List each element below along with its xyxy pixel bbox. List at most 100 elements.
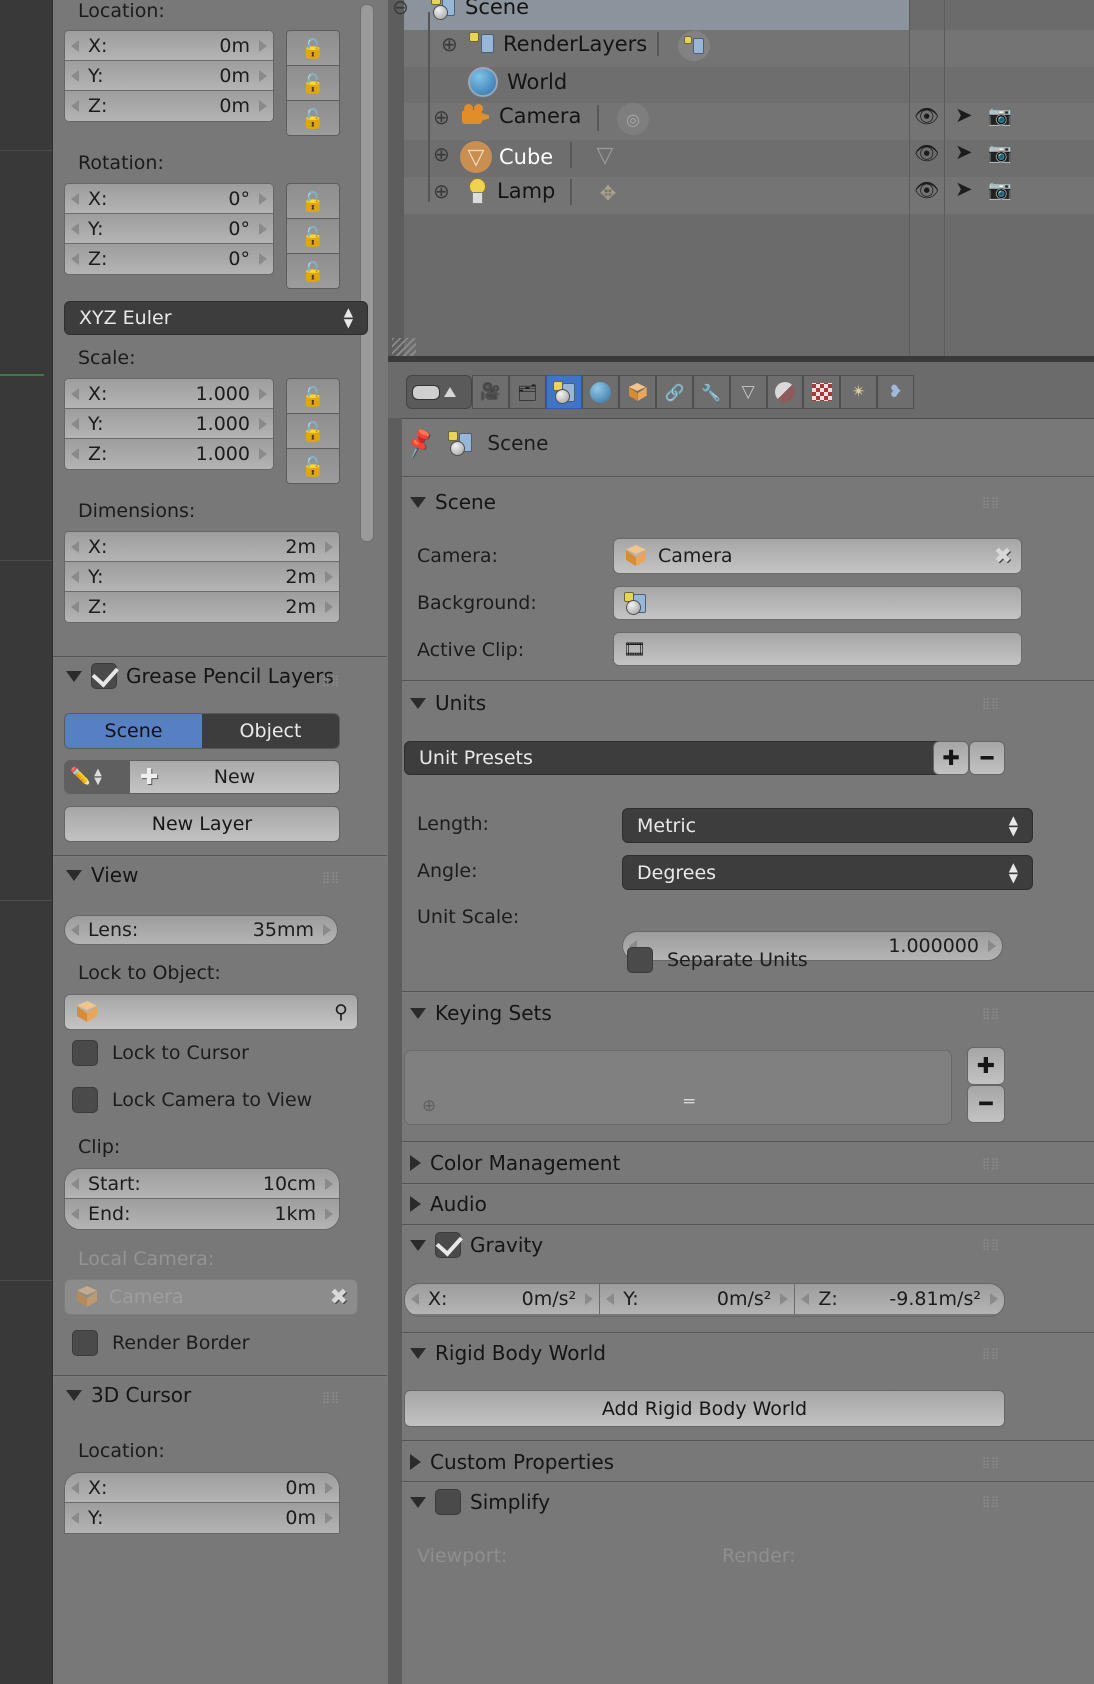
outliner-item-camera[interactable]: Camera [462, 104, 581, 128]
lock-location-x-button[interactable]: 🔓 [287, 31, 339, 66]
outliner-item-world[interactable]: World [468, 67, 567, 97]
view-panel-header[interactable]: View [66, 863, 138, 887]
eyedropper-icon[interactable]: ⚲ [334, 1001, 348, 1023]
clear-local-camera-button[interactable]: ✖ [330, 1285, 348, 1310]
lock-scale-z-button[interactable]: 🔓 [287, 449, 339, 483]
background-scene-field[interactable] [613, 586, 1022, 620]
restrict-select-camera[interactable]: ➤ [955, 103, 973, 127]
gravity-z-field[interactable]: Z: -9.81m/s² [795, 1284, 1004, 1314]
lock-scale-x-button[interactable]: 🔓 [287, 379, 339, 414]
panel-drag-grip[interactable]: ⣿⣿ [982, 1158, 1000, 1169]
tab-material[interactable] [766, 375, 804, 409]
lock-location-y-button[interactable]: 🔓 [287, 66, 339, 101]
tab-render-layers[interactable]: 🗂 [508, 375, 546, 409]
outliner-data-icon-camera[interactable]: ◎ [617, 103, 649, 135]
add-rigid-body-world-button[interactable]: Add Rigid Body World [404, 1390, 1005, 1427]
lock-rotation-x-button[interactable]: 🔓 [287, 184, 339, 219]
tab-world[interactable] [582, 375, 620, 409]
panel-drag-grip[interactable]: ⣿⣿ [322, 872, 340, 883]
lock-scale-y-button[interactable]: 🔓 [287, 414, 339, 449]
editor-corner-grip[interactable] [392, 338, 416, 356]
panel-drag-grip[interactable]: ⣿⣿ [982, 698, 1000, 709]
rotation-mode-dropdown[interactable]: XYZ Euler ▲ ▼ [64, 301, 368, 335]
active-clip-field[interactable]: 🎞 [613, 632, 1022, 666]
grease-pencil-tab-scene[interactable]: Scene [65, 714, 202, 748]
location-lock-buttons[interactable]: 🔓 🔓 🔓 [286, 30, 340, 136]
grease-pencil-checkbox[interactable] [91, 663, 117, 689]
rotation-x-field[interactable]: X: 0° [65, 184, 273, 214]
panel-drag-grip[interactable]: ⣿⣿ [982, 1457, 1000, 1468]
restrict-render-lamp[interactable]: 📷 [988, 178, 1012, 201]
custom-properties-panel-header[interactable]: Custom Properties [410, 1450, 614, 1474]
grease-pencil-tab-object[interactable]: Object [202, 714, 339, 748]
outliner-item-scene[interactable]: Scene [430, 0, 529, 20]
restrict-view-lamp[interactable]: 👁 [914, 178, 939, 202]
properties-tab-bar[interactable]: 🎥 🗂 🔗 🔧 ▽ ✴ ❥ [472, 375, 914, 409]
outliner-expander-renderlayers[interactable]: ⊕ [441, 32, 458, 56]
units-panel-header[interactable]: Units [410, 691, 486, 715]
add-unit-preset-button[interactable]: ✚ [933, 741, 969, 775]
lock-location-z-button[interactable]: 🔓 [287, 101, 339, 135]
clear-scene-camera-button[interactable]: ✖ [994, 544, 1012, 569]
gravity-x-field[interactable]: X: 0m/s² [405, 1284, 601, 1314]
lock-camera-to-view-row[interactable]: Lock Camera to View [72, 1087, 312, 1113]
location-y-field[interactable]: Y: 0m [65, 61, 273, 91]
restrict-view-camera[interactable]: 👁 [914, 104, 939, 128]
panel-drag-grip[interactable]: ⣿⣿ [982, 1008, 1000, 1019]
cursor3d-x-field[interactable]: X: 0m [65, 1473, 339, 1503]
lens-field[interactable]: Lens: 35mm [64, 915, 338, 945]
dimensions-x-field[interactable]: X: 2m [65, 532, 339, 562]
lock-rotation-z-button[interactable]: 🔓 [287, 254, 339, 288]
rotation-y-field[interactable]: Y: 0° [65, 214, 273, 244]
scale-lock-buttons[interactable]: 🔓 🔓 🔓 [286, 378, 340, 484]
tab-render[interactable]: 🎥 [472, 375, 509, 409]
tab-object[interactable] [619, 375, 657, 409]
gravity-y-field[interactable]: Y: 0m/s² [600, 1284, 796, 1314]
dimensions-z-field[interactable]: Z: 2m [65, 592, 339, 622]
keying-sets-panel-header[interactable]: Keying Sets [410, 1001, 552, 1025]
angle-dropdown[interactable]: Degrees ▲ ▼ [622, 855, 1033, 890]
grease-pencil-panel-header[interactable]: Grease Pencil Layers [66, 663, 334, 689]
outliner-item-lamp[interactable]: Lamp [466, 178, 555, 204]
lock-rotation-y-button[interactable]: 🔓 [287, 219, 339, 254]
remove-unit-preset-button[interactable]: ━ [969, 741, 1005, 775]
outliner-expander-camera[interactable]: ⊕ [433, 105, 450, 129]
lock-to-cursor-checkbox[interactable] [72, 1040, 98, 1066]
outliner-data-icon-lamp[interactable]: ✥ [592, 177, 624, 209]
cursor3d-panel-header[interactable]: 3D Cursor [66, 1383, 191, 1407]
scene-panel-header[interactable]: Scene [410, 490, 496, 514]
tab-particles[interactable]: ✴ [840, 375, 878, 409]
lock-to-object-field[interactable]: ⚲ [64, 994, 358, 1030]
panel-drag-grip[interactable]: ⣿⣿ [322, 675, 340, 686]
restrict-render-cube[interactable]: 📷 [988, 141, 1012, 164]
clip-fields[interactable]: Start: 10cm End: 1km [64, 1168, 340, 1230]
lock-to-cursor-row[interactable]: Lock to Cursor [72, 1040, 249, 1066]
editor-type-selector[interactable] [406, 375, 472, 409]
grease-pencil-new-row[interactable]: ✏️ ▲ ▼ ✚ New [64, 760, 340, 794]
outliner-item-renderlayers[interactable]: RenderLayers [468, 31, 647, 57]
outliner-expander-scene[interactable]: ⊖ [392, 0, 409, 19]
gravity-panel-header[interactable]: Gravity [410, 1232, 543, 1258]
restrict-select-lamp[interactable]: ➤ [955, 177, 973, 201]
keying-sets-list[interactable] [404, 1050, 952, 1125]
outliner-expander-cube[interactable]: ⊕ [433, 142, 450, 166]
grease-pencil-source-toggle[interactable]: Scene Object [64, 713, 340, 749]
simplify-panel-header[interactable]: Simplify [410, 1489, 550, 1515]
tab-constraints[interactable]: 🔗 [656, 375, 693, 409]
panel-drag-grip[interactable]: ⣿⣿ [982, 1239, 1000, 1250]
clip-end-field[interactable]: End: 1km [65, 1199, 339, 1229]
rigid-body-world-panel-header[interactable]: Rigid Body World [410, 1341, 606, 1365]
panel-drag-grip[interactable]: ⣿⣿ [982, 1348, 1000, 1359]
dimensions-y-field[interactable]: Y: 2m [65, 562, 339, 592]
rotation-z-field[interactable]: Z: 0° [65, 244, 273, 274]
length-dropdown[interactable]: Metric ▲ ▼ [622, 808, 1033, 843]
panel-drag-grip[interactable]: ⣿⣿ [982, 1496, 1000, 1507]
clip-start-field[interactable]: Start: 10cm [65, 1169, 339, 1199]
cursor3d-y-field[interactable]: Y: 0m [65, 1503, 339, 1533]
scale-fields[interactable]: X: 1.000 Y: 1.000 Z: 1.000 [64, 378, 274, 470]
scale-x-field[interactable]: X: 1.000 [65, 379, 273, 409]
left-panel-scrollbar[interactable] [360, 4, 374, 542]
separate-units-checkbox[interactable] [627, 947, 653, 973]
tab-physics[interactable]: ❥ [877, 375, 914, 409]
lock-camera-to-view-checkbox[interactable] [72, 1087, 98, 1113]
